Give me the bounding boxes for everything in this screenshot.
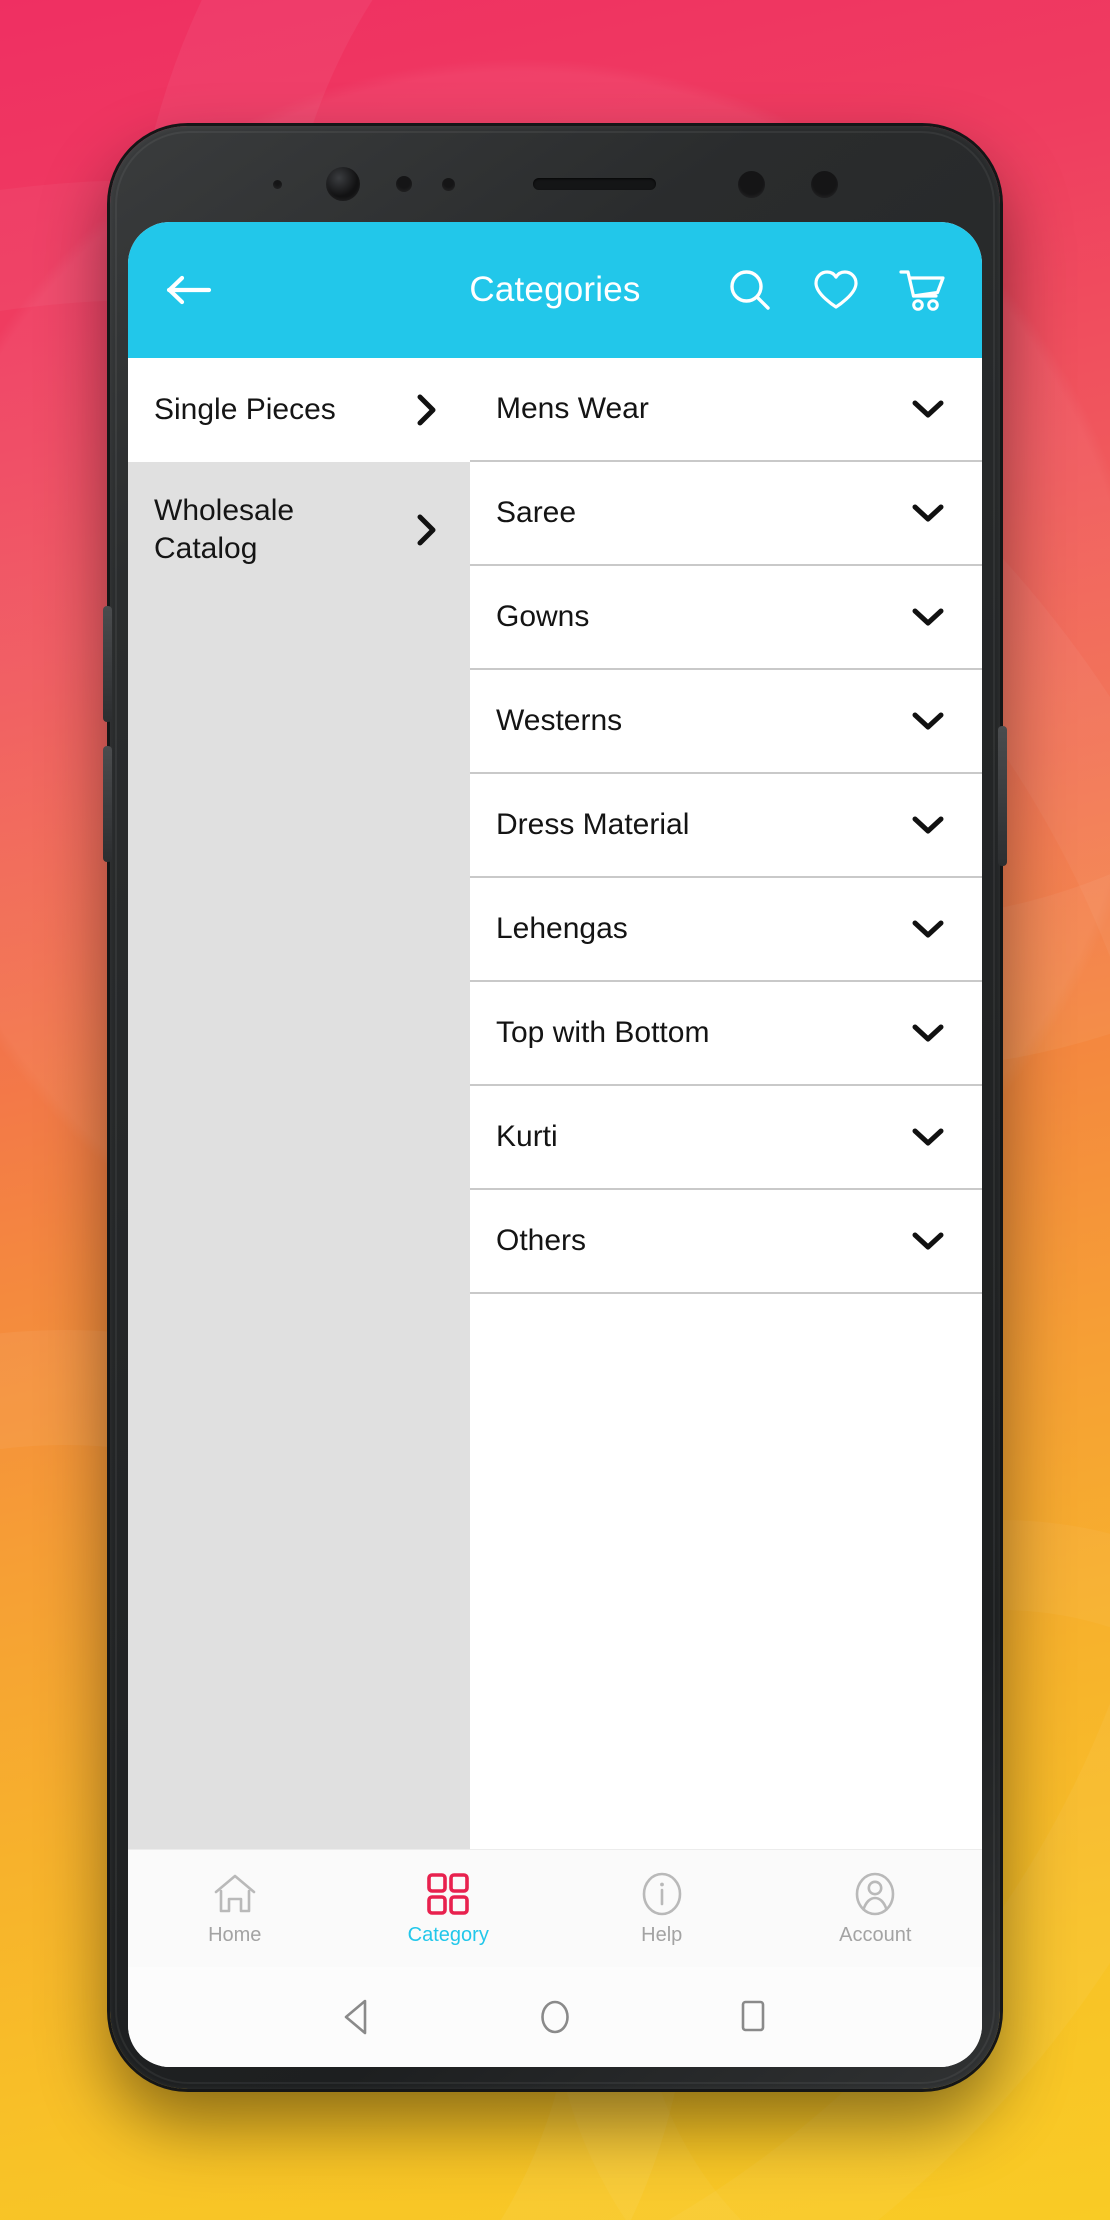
earpiece-speaker-icon (532, 178, 656, 190)
category-row-lehengas[interactable]: Lehengas (470, 878, 982, 982)
sidebar-empty-area (128, 599, 470, 1849)
iris-scanner-icon (737, 170, 765, 198)
bottom-nav-item-home[interactable]: Home (128, 1850, 342, 1967)
power-button[interactable] (998, 726, 1007, 866)
sidebar-panel: Single Pieces Wholesale Catalog (128, 358, 470, 1849)
chevron-down-icon[interactable] (908, 398, 948, 420)
phone-device-frame: Categories Single Pieces Wholesale Catal… (103, 126, 1007, 2089)
category-row-westerns[interactable]: Westerns (470, 670, 982, 774)
category-label: Lehengas (496, 912, 628, 945)
wishlist-heart-icon[interactable] (810, 264, 862, 316)
bottom-nav-label: Help (641, 1923, 683, 1946)
category-label: Saree (496, 496, 577, 529)
sidebar-item-label: Single Pieces (154, 392, 336, 426)
search-icon[interactable] (724, 264, 776, 316)
ambient-sensor-icon (441, 177, 455, 191)
sidebar-item-wholesale-catalog[interactable]: Wholesale Catalog (128, 462, 470, 599)
chevron-right-icon (410, 393, 444, 427)
volume-up-button[interactable] (103, 606, 112, 722)
chevron-down-icon[interactable] (908, 918, 948, 940)
sidebar-item-single-pieces[interactable]: Single Pieces (128, 358, 470, 462)
app-header-bar: Categories (128, 222, 982, 358)
category-row-kurti[interactable]: Kurti (470, 1086, 982, 1190)
android-home-icon[interactable] (527, 1989, 583, 2045)
phone-sensor-cluster (110, 156, 1000, 212)
chevron-down-icon[interactable] (908, 710, 948, 732)
grid-category-icon (426, 1871, 470, 1917)
category-row-saree[interactable]: Saree (470, 462, 982, 566)
category-label: Mens Wear (496, 392, 649, 425)
category-label: Others (496, 1224, 587, 1257)
chevron-down-icon[interactable] (908, 502, 948, 524)
bottom-nav-label: Category (407, 1923, 489, 1946)
category-browser: Single Pieces Wholesale Catalog Mens Wea… (128, 358, 982, 1849)
bottom-nav-item-help[interactable]: Help (555, 1850, 769, 1967)
ir-emitter-icon (810, 170, 838, 198)
category-label: Gowns (496, 600, 590, 633)
category-label: Kurti (496, 1120, 558, 1153)
sidebar-item-label: Wholesale Catalog (154, 494, 295, 566)
bottom-nav-item-account[interactable]: Account (769, 1850, 983, 1967)
category-row-top-with-bottom[interactable]: Top with Bottom (470, 982, 982, 1086)
category-list-panel: Mens Wear Saree Gowns Westerns Dress Mat… (470, 358, 982, 1849)
chevron-down-icon[interactable] (908, 606, 948, 628)
user-circle-icon (853, 1871, 897, 1917)
category-list-empty-area (470, 1294, 982, 1849)
front-camera-icon (325, 167, 360, 201)
back-arrow-icon[interactable] (162, 263, 216, 317)
chevron-down-icon[interactable] (908, 1022, 948, 1044)
shopping-cart-icon[interactable] (896, 264, 948, 316)
chevron-right-icon (410, 513, 444, 547)
chevron-down-icon[interactable] (908, 814, 948, 836)
android-recents-icon[interactable] (725, 1989, 781, 2045)
app-header-actions (724, 264, 948, 316)
home-icon (212, 1871, 258, 1917)
category-label: Westerns (496, 704, 623, 737)
chevron-down-icon[interactable] (908, 1230, 948, 1252)
category-row-others[interactable]: Others (470, 1190, 982, 1294)
info-circle-icon (640, 1871, 684, 1917)
android-system-nav-bar (128, 1967, 982, 2067)
category-row-dress-material[interactable]: Dress Material (470, 774, 982, 878)
android-back-icon[interactable] (329, 1989, 385, 2045)
bottom-navigation-bar: Home Category Help Account (128, 1849, 982, 1967)
category-label: Dress Material (496, 808, 690, 841)
category-row-gowns[interactable]: Gowns (470, 566, 982, 670)
category-label: Top with Bottom (496, 1016, 710, 1049)
volume-down-button[interactable] (103, 746, 112, 862)
bottom-nav-label: Home (208, 1923, 262, 1946)
proximity-sensor-icon (395, 176, 412, 192)
chevron-down-icon[interactable] (908, 1126, 948, 1148)
light-sensor-icon (272, 179, 282, 189)
category-row-mens-wear[interactable]: Mens Wear (470, 358, 982, 462)
bottom-nav-label: Account (839, 1923, 912, 1946)
phone-screen: Categories Single Pieces Wholesale Catal… (128, 222, 982, 2067)
bottom-nav-item-category[interactable]: Category (342, 1850, 556, 1967)
